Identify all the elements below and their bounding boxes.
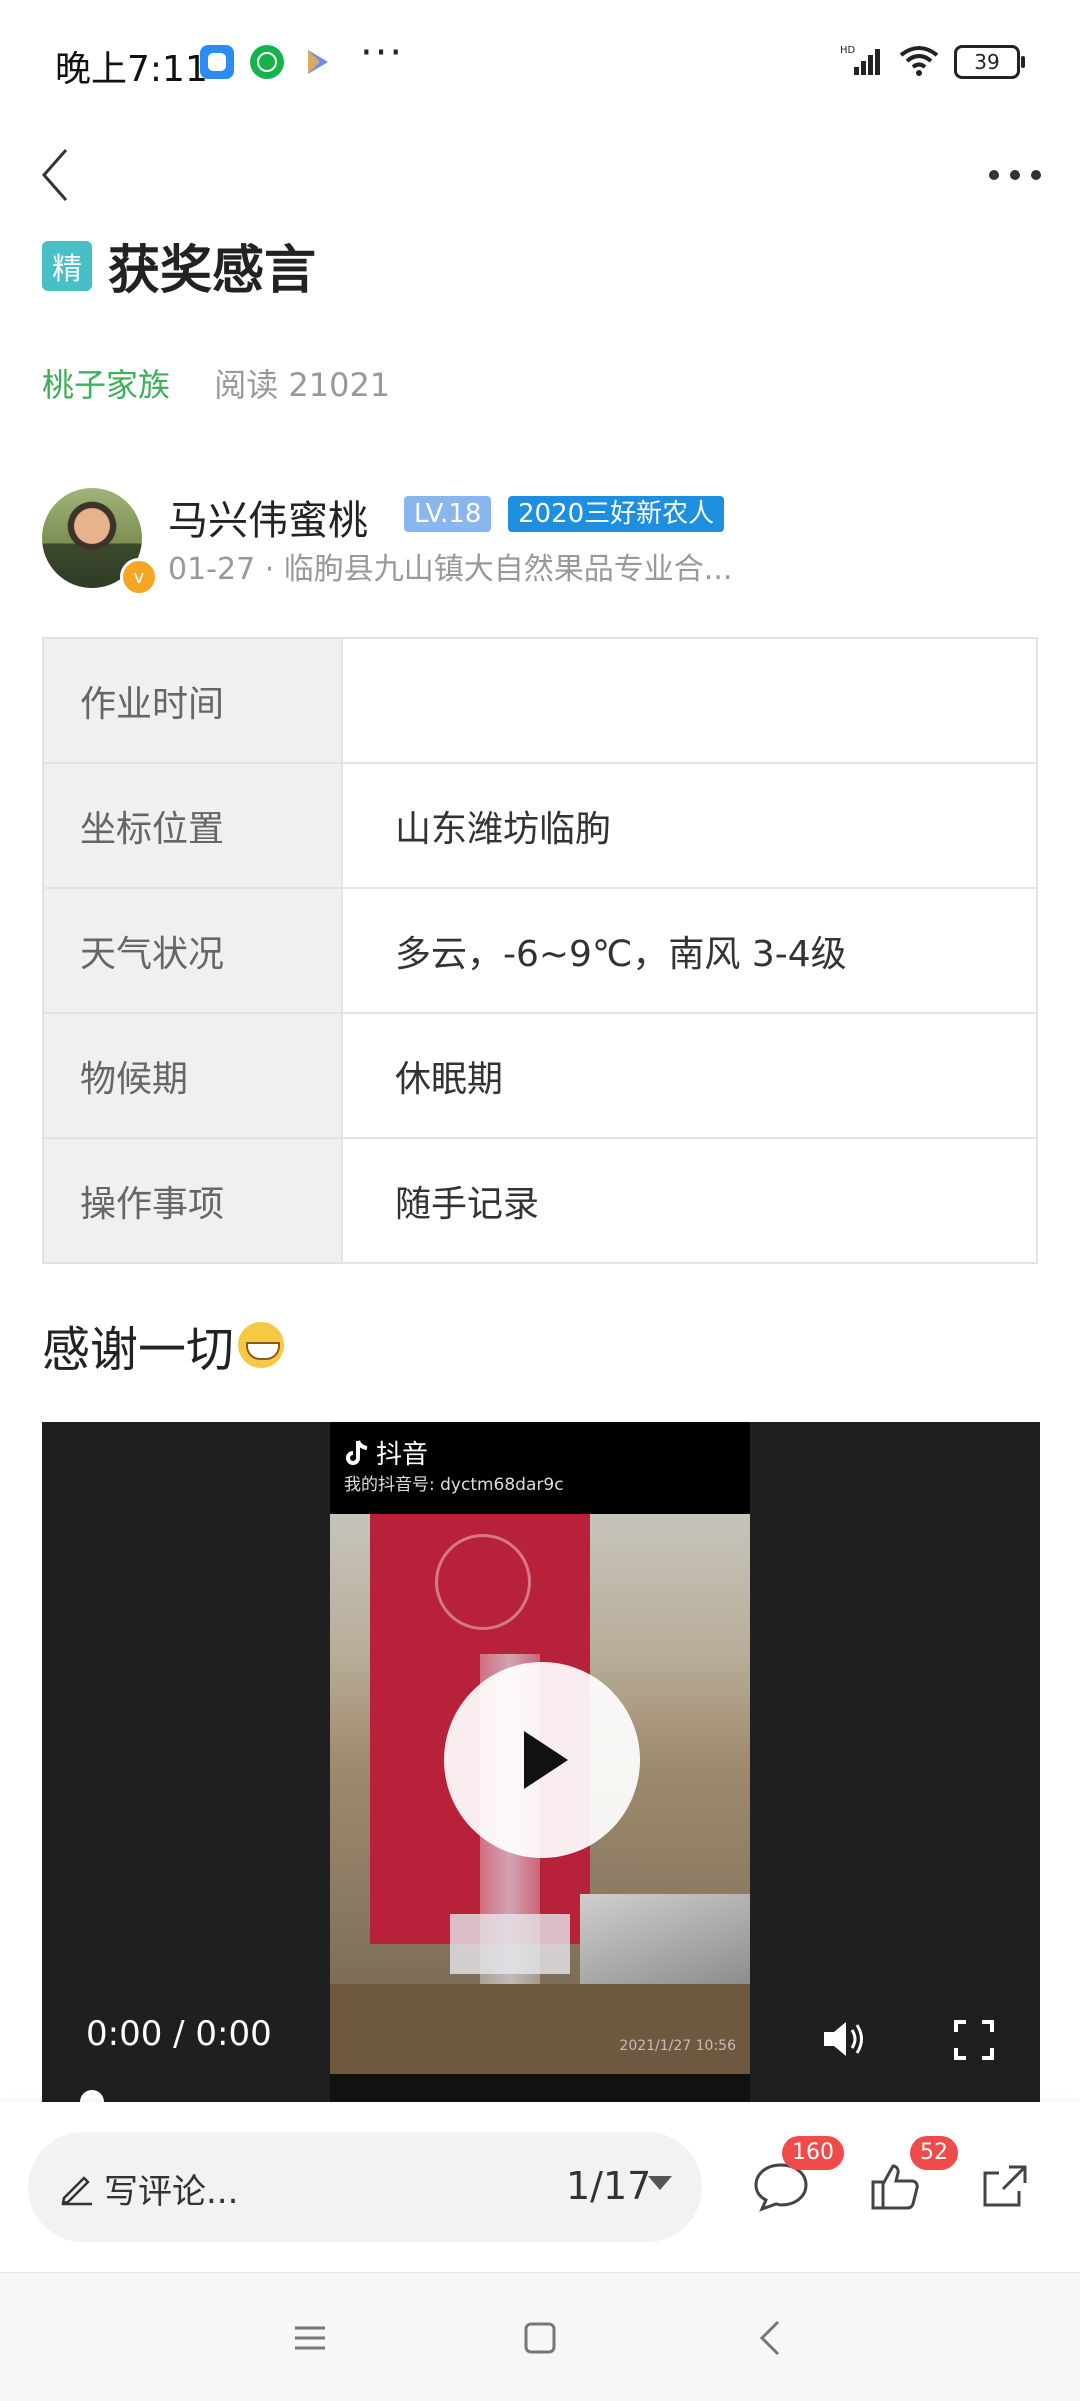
table-row: 作业时间: [42, 637, 1038, 764]
video-player[interactable]: 抖音 我的抖音号: dyctm68dar9c 2021/1/27 10:56 0…: [42, 1422, 1040, 2102]
grin-emoji-icon: [238, 1322, 285, 1368]
comment-input[interactable]: 写评论... 1/17: [28, 2132, 702, 2242]
author-subtitle: 01-27 · 临朐县九山镇大自然果品专业合...: [168, 552, 733, 587]
saw-image: [580, 1894, 750, 1984]
table-value: 多云，-6~9℃，南风 3-4级: [341, 887, 1038, 1014]
play-button[interactable]: [444, 1662, 640, 1858]
page-indicator[interactable]: 1/17: [566, 2164, 651, 2208]
table-value: [341, 637, 1038, 764]
home-button[interactable]: [510, 2313, 570, 2363]
status-bar: 晚上7:11 ··· HD 39: [0, 0, 1080, 130]
top-nav: [0, 130, 1080, 220]
back-button[interactable]: [20, 130, 90, 220]
video-progress-handle[interactable]: [80, 2090, 104, 2102]
more-dots-icon: [989, 170, 1041, 180]
volume-button[interactable]: [818, 2014, 868, 2064]
like-button[interactable]: 52: [850, 2136, 958, 2232]
comment-placeholder: 写评论...: [104, 2172, 239, 2212]
status-time: 晚上7:11: [55, 49, 208, 90]
verified-badge-icon: v: [120, 558, 158, 596]
table-key: 天气状况: [42, 887, 343, 1014]
post-title: 获奖感言: [108, 241, 317, 301]
share-button[interactable]: [960, 2142, 1050, 2232]
battery-indicator: 39: [954, 45, 1025, 79]
level-badge: LV.18: [404, 496, 492, 532]
trophy-base-image: [450, 1914, 570, 1974]
svg-text:HD: HD: [840, 45, 856, 56]
system-nav-bar: [0, 2272, 1080, 2401]
volume-icon: [824, 2022, 863, 2056]
home-square-icon: [524, 2322, 556, 2354]
play-icon: [524, 1731, 568, 1789]
back-arrow-icon: [42, 149, 68, 201]
author-block[interactable]: v 马兴伟蜜桃 LV.18 2020三好新农人 01-27 · 临朐县九山镇大自…: [42, 488, 1042, 598]
table-key: 操作事项: [42, 1137, 343, 1264]
post-body: 感谢一切: [42, 1310, 285, 1380]
wifi-icon: [898, 43, 940, 81]
status-more-icon: ···: [360, 30, 405, 76]
table-value: 山东潍坊临朐: [341, 762, 1038, 889]
emblem-image: [435, 1534, 531, 1630]
tiktok-icon: [346, 1439, 368, 1465]
family-link[interactable]: 桃子家族: [42, 366, 170, 404]
post-body-text: 感谢一切: [42, 1322, 235, 1378]
table-row: 操作事项 随手记录: [42, 1137, 1038, 1264]
table-row: 天气状况 多云，-6~9℃，南风 3-4级: [42, 887, 1038, 1014]
like-count-badge: 52: [910, 2136, 958, 2170]
fullscreen-button[interactable]: [952, 2018, 996, 2062]
share-icon: [983, 2165, 1027, 2207]
pen-icon: [61, 2176, 92, 2206]
comment-button[interactable]: 160: [736, 2136, 844, 2232]
video-timestamp: 2021/1/27 10:56: [619, 2038, 736, 2054]
video-watermark-header: 抖音 我的抖音号: dyctm68dar9c: [330, 1422, 750, 1514]
post-title-row: 精 获奖感言: [42, 228, 316, 303]
app-notification-icon: [200, 45, 234, 79]
featured-badge: 精: [42, 240, 92, 291]
recent-apps-button[interactable]: [280, 2313, 340, 2363]
table-row: 坐标位置 山东潍坊临朐: [42, 762, 1038, 889]
system-back-button[interactable]: [740, 2313, 800, 2363]
table-key: 作业时间: [42, 637, 343, 764]
table-value: 随手记录: [341, 1137, 1038, 1264]
farm-info-table: 作业时间 坐标位置 山东潍坊临朐 天气状况 多云，-6~9℃，南风 3-4级 物…: [42, 637, 1038, 1264]
table-row: 物候期 休眠期: [42, 1012, 1038, 1139]
read-count: 阅读 21021: [214, 366, 391, 404]
status-right: HD 39: [840, 42, 1025, 82]
chevron-left-icon: [759, 2320, 780, 2356]
table-key: 坐标位置: [42, 762, 343, 889]
play-store-icon: [300, 45, 334, 79]
wood-table-image: [330, 1984, 750, 2074]
video-time: 0:00 / 0:00: [86, 2014, 272, 2054]
signal-icon: HD: [840, 43, 884, 81]
post-meta: 桃子家族 阅读 21021: [42, 360, 390, 406]
table-key: 物候期: [42, 1012, 343, 1139]
table-value: 休眠期: [341, 1012, 1038, 1139]
menu-icon: [295, 2326, 325, 2350]
bottom-action-bar: 写评论... 1/17 160 52: [0, 2102, 1080, 2272]
comment-count-badge: 160: [782, 2136, 844, 2170]
app-notification-icon: [250, 45, 284, 79]
tiktok-app-name: 抖音: [376, 1440, 429, 1470]
tiktok-id: 我的抖音号: dyctm68dar9c: [344, 1475, 564, 1495]
chevron-down-icon[interactable]: [648, 2176, 672, 2190]
more-button[interactable]: [970, 130, 1060, 220]
tiktok-logo: 抖音: [344, 1434, 428, 1471]
fullscreen-icon: [954, 2020, 994, 2060]
thumbs-up-icon: [871, 2164, 919, 2210]
author-name[interactable]: 马兴伟蜜桃: [168, 488, 368, 546]
award-badge: 2020三好新农人: [508, 496, 725, 532]
